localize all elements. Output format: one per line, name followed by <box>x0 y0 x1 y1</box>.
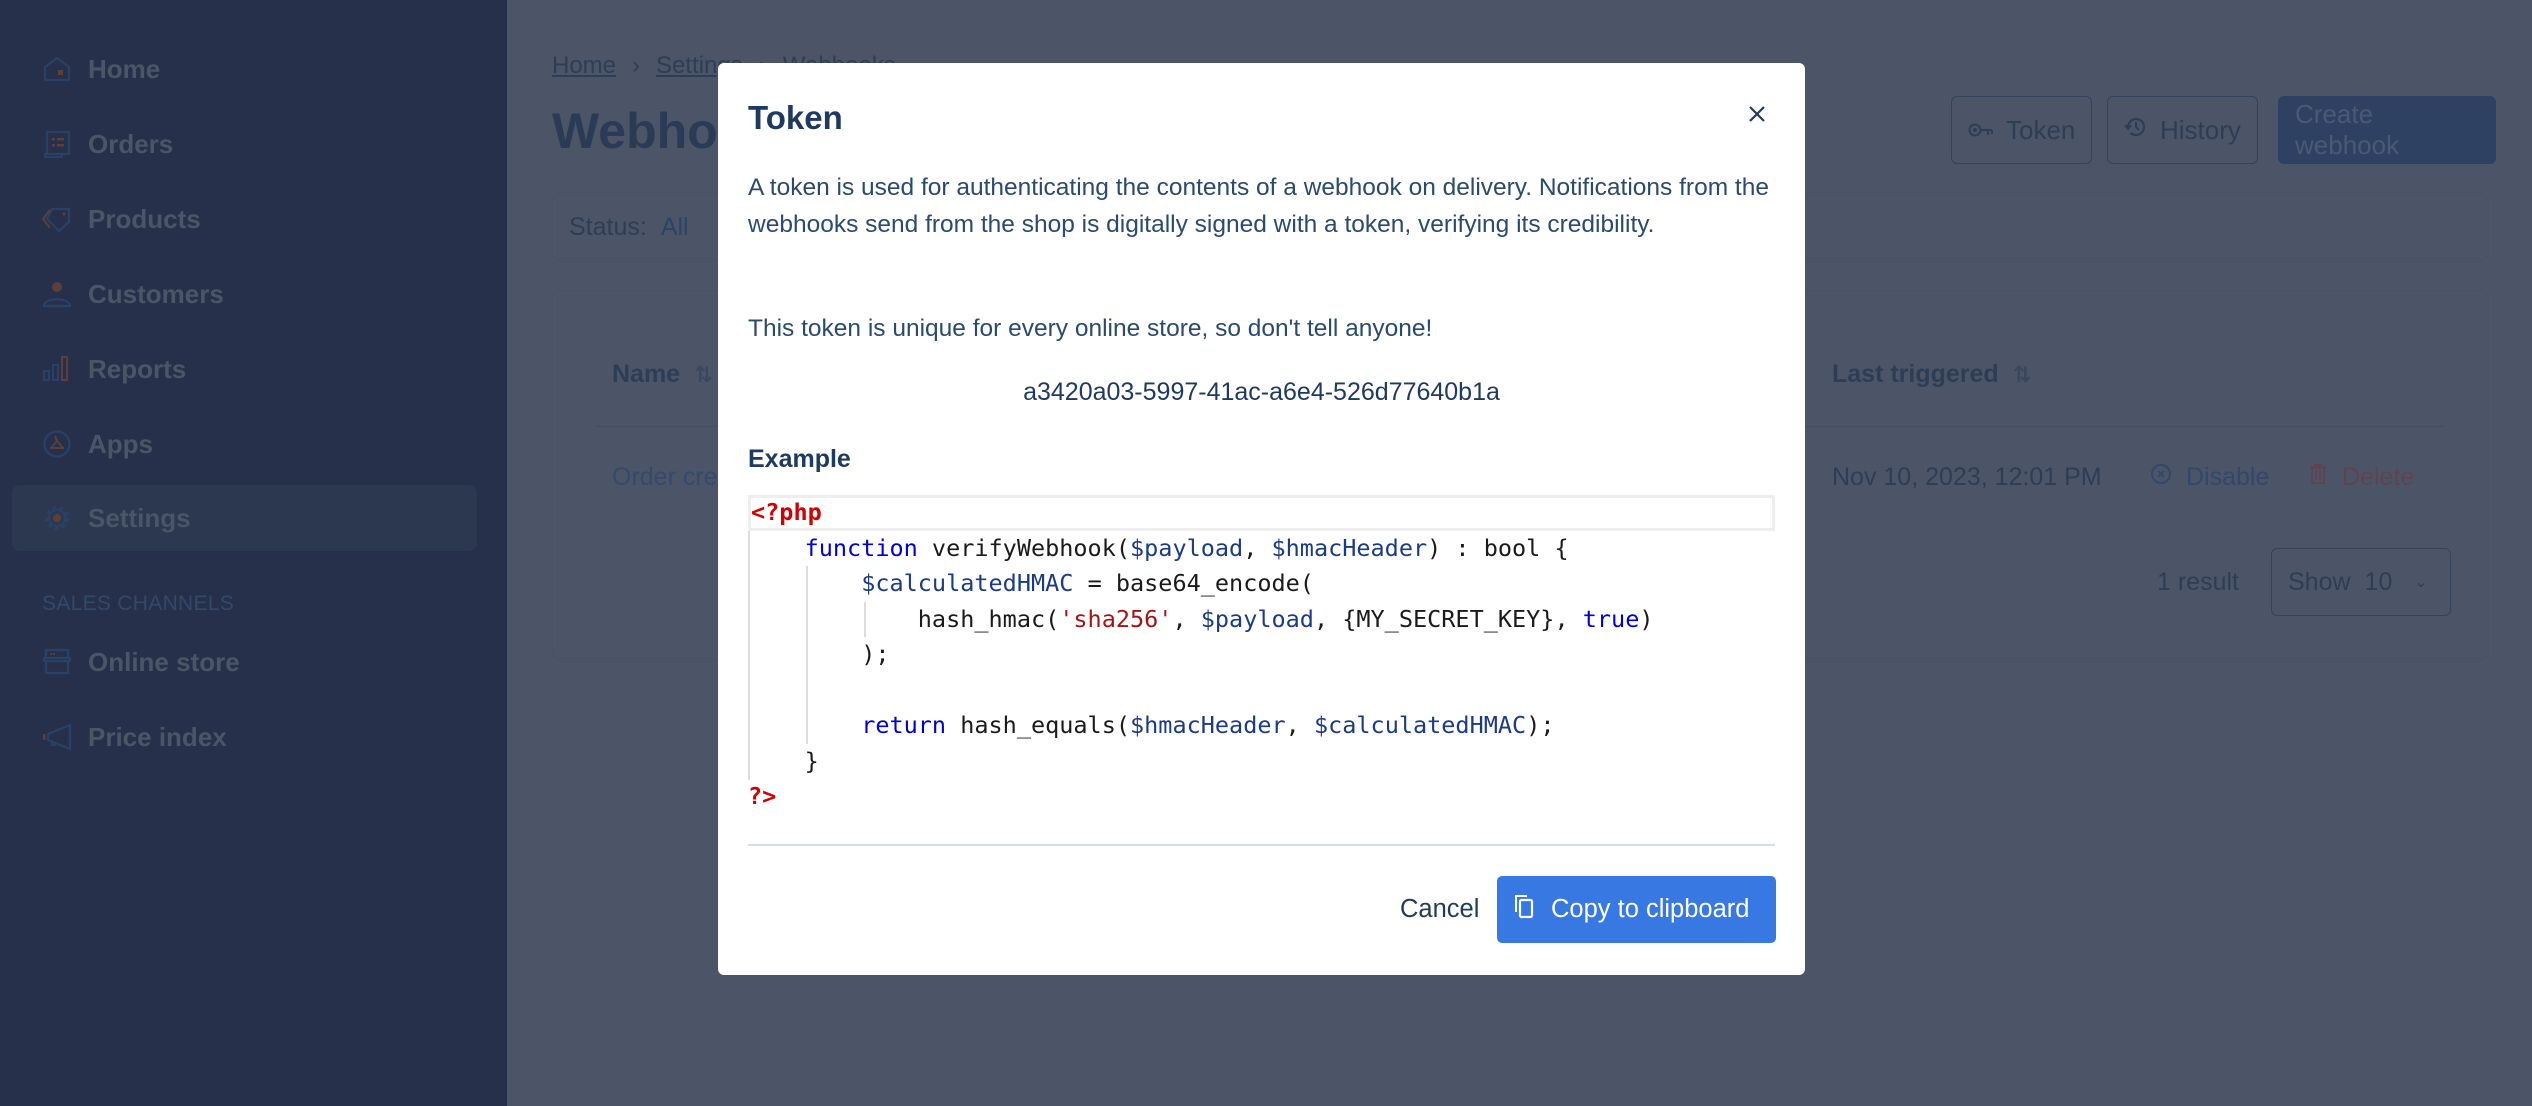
code-line: ?> <box>748 782 777 810</box>
circle-x-icon <box>2150 463 2172 492</box>
table-row-last-triggered: Nov 10, 2023, 12:01 PM <box>1832 463 2102 491</box>
history-icon <box>2124 115 2148 146</box>
bar-chart-icon <box>42 354 72 384</box>
token-modal: Token A token is used for authenticating… <box>718 63 1805 975</box>
sidebar-item-apps[interactable]: Apps <box>12 411 477 477</box>
disable-button[interactable]: Disable <box>2150 463 2269 492</box>
sidebar-item-settings[interactable]: Settings <box>12 485 477 551</box>
gear-icon <box>42 503 72 533</box>
modal-footer-divider <box>748 844 1775 846</box>
close-icon <box>1748 105 1766 128</box>
sidebar-item-label: Customers <box>88 278 224 309</box>
sidebar: Home Orders Products Customers Reports A… <box>0 0 507 1106</box>
token-button-label: Token <box>2006 114 2076 145</box>
sidebar-item-online-store[interactable]: Online store <box>12 629 477 695</box>
store-icon <box>42 647 72 677</box>
code-line: ); <box>861 640 890 668</box>
code-example: <?php function verifyWebhook($payload, $… <box>748 495 1775 815</box>
example-label: Example <box>748 445 851 473</box>
code-line: } <box>804 746 819 775</box>
sidebar-item-price-index[interactable]: Price index <box>12 704 477 770</box>
copy-to-clipboard-button[interactable]: Copy to clipboard <box>1497 876 1776 943</box>
code-line: return hash_equals($hmacHeader, $calcula… <box>861 711 1555 739</box>
code-line: <?php <box>748 495 1775 531</box>
copy-button-label: Copy to clipboard <box>1551 895 1750 923</box>
sidebar-item-label: Apps <box>88 428 153 459</box>
sidebar-item-reports[interactable]: Reports <box>12 336 477 402</box>
sales-channels-heading: SALES CHANNELS <box>42 592 235 615</box>
sidebar-item-label: Orders <box>88 128 174 159</box>
delete-button[interactable]: Delete <box>2308 463 2414 492</box>
home-icon <box>42 54 72 84</box>
chevron-down-icon: ⌄ <box>2414 574 2428 591</box>
sidebar-item-products[interactable]: Products <box>12 186 477 252</box>
create-webhook-button[interactable]: Create webhook <box>2278 96 2496 164</box>
close-button[interactable] <box>1742 101 1772 131</box>
megaphone-icon <box>42 722 72 752</box>
breadcrumb-home[interactable]: Home <box>552 52 616 80</box>
code-line: function verifyWebhook($payload, $hmacHe… <box>804 533 1569 562</box>
modal-description: A token is used for authenticating the c… <box>748 174 1769 238</box>
column-header-last-triggered[interactable]: Last triggered ⇅ <box>1832 360 2031 389</box>
sidebar-item-label: Online store <box>88 646 240 677</box>
sidebar-item-label: Reports <box>88 353 187 384</box>
trash-icon <box>2308 463 2328 492</box>
token-value: a3420a03-5997-41ac-a6e4-526d77640b1a <box>1023 378 1500 406</box>
modal-warning: This token is unique for every online st… <box>748 315 1433 342</box>
person-icon <box>42 279 72 309</box>
sidebar-item-home[interactable]: Home <box>12 36 477 102</box>
status-filter-value: All <box>660 212 689 241</box>
column-header-name[interactable]: Name ⇅ <box>612 360 713 389</box>
sidebar-item-label: Products <box>88 203 201 234</box>
sidebar-item-label: Home <box>88 53 161 84</box>
sidebar-item-label: Price index <box>88 721 227 752</box>
code-line: $calculatedHMAC = base64_encode( <box>861 569 1314 597</box>
sidebar-item-orders[interactable]: Orders <box>12 111 477 177</box>
token-button[interactable]: Token <box>1951 96 2093 164</box>
sort-icon: ⇅ <box>2012 361 2032 387</box>
modal-title: Token <box>748 99 843 136</box>
key-icon <box>1968 115 1994 146</box>
sidebar-item-customers[interactable]: Customers <box>12 261 477 327</box>
chevron-right-icon: › <box>632 52 641 79</box>
page-size-select[interactable]: Show 10 ⌄ <box>2271 548 2451 616</box>
sort-icon: ⇅ <box>694 361 713 387</box>
history-button[interactable]: History <box>2107 96 2258 164</box>
orders-icon <box>42 129 72 159</box>
apps-icon <box>42 429 72 459</box>
cancel-button[interactable]: Cancel <box>1390 876 1489 942</box>
copy-icon <box>1513 893 1535 926</box>
tag-icon <box>42 204 72 234</box>
sidebar-item-label: Settings <box>88 502 191 533</box>
history-button-label: History <box>2160 114 2241 145</box>
code-line: hash_hmac('sha256', $payload, {MY_SECRET… <box>917 604 1654 633</box>
result-count: 1 result <box>2157 568 2239 596</box>
status-filter-label: Status: <box>569 212 647 241</box>
